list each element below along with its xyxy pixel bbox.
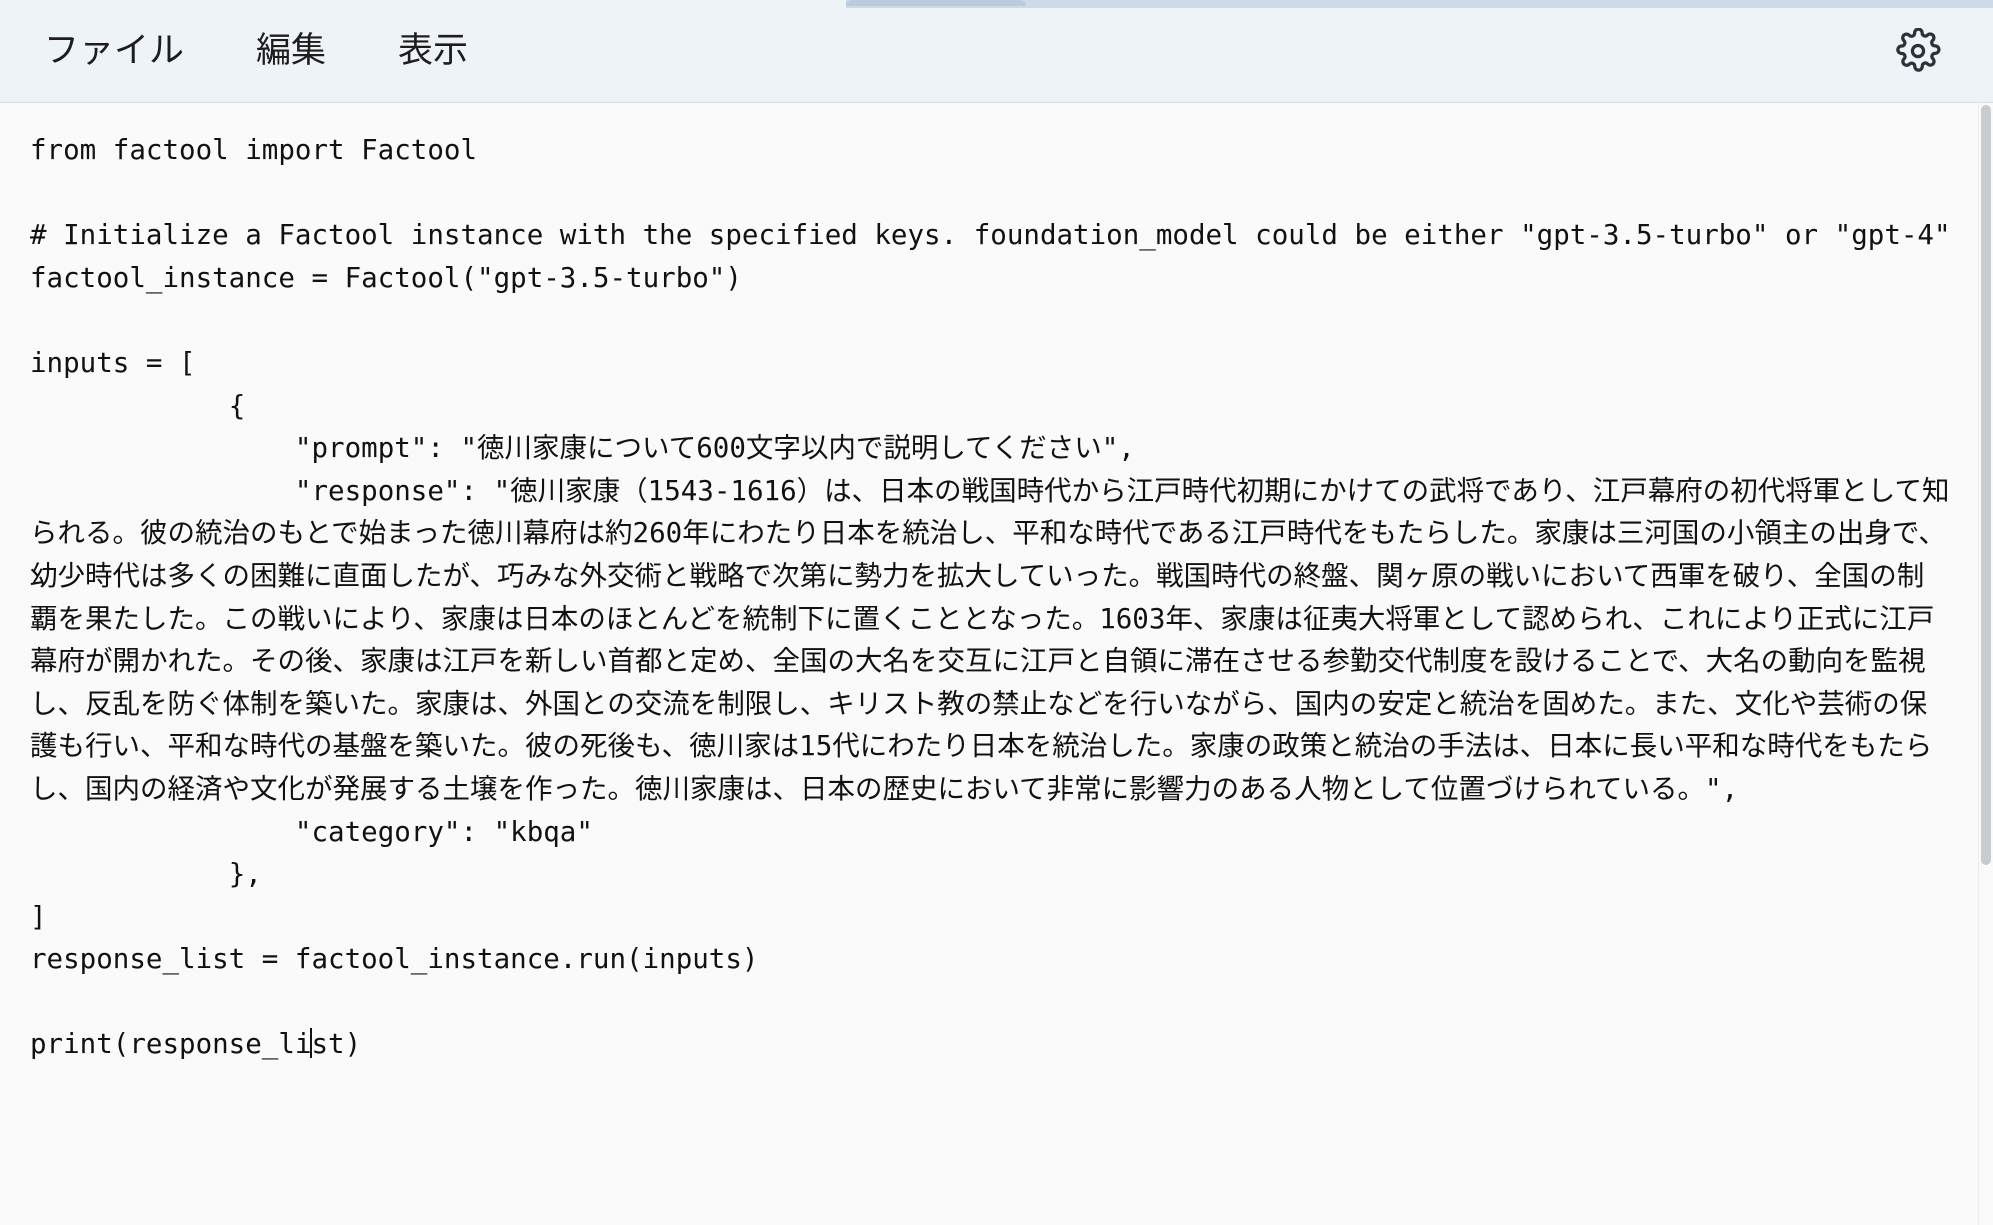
- code-editor-surface[interactable]: from factool import Factool # Initialize…: [0, 103, 1979, 1225]
- browser-tab[interactable]: [846, 0, 1026, 6]
- code-before-caret: from factool import Factool # Initialize…: [30, 134, 1951, 1061]
- vertical-scrollbar-thumb[interactable]: [1981, 105, 1991, 865]
- menu-bar: ファイル 編集 表示: [0, 0, 1993, 103]
- code-after-caret: st): [311, 1028, 362, 1061]
- settings-button[interactable]: [1891, 24, 1945, 78]
- code-content[interactable]: from factool import Factool # Initialize…: [30, 129, 1951, 1066]
- menu-item-file[interactable]: ファイル: [26, 24, 202, 79]
- editor-area[interactable]: from factool import Factool # Initialize…: [0, 103, 1993, 1225]
- menu-item-edit[interactable]: 編集: [238, 24, 344, 79]
- gear-icon: [1895, 28, 1941, 74]
- menu-item-view[interactable]: 表示: [380, 24, 486, 79]
- vertical-scrollbar[interactable]: [1978, 103, 1993, 1225]
- editor-window: ファイル 編集 表示 from factool import Factool #…: [0, 0, 1993, 1225]
